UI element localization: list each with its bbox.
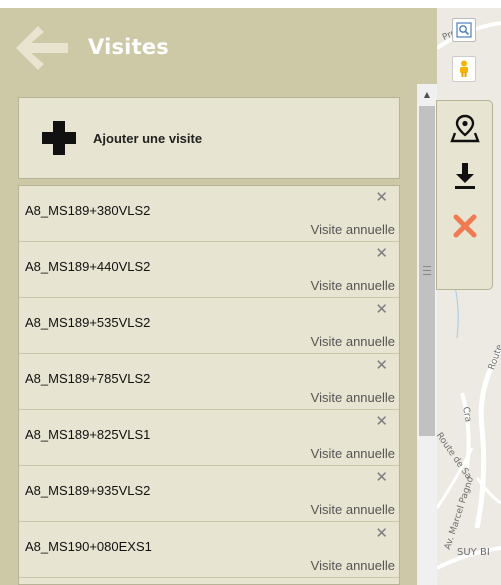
map-toolbar bbox=[436, 100, 493, 290]
plus-icon bbox=[42, 121, 76, 155]
page-title: Visites bbox=[88, 35, 169, 59]
add-visit-label: Ajouter une visite bbox=[93, 131, 203, 146]
visits-panel: Visites Ajouter une visite A8_MS189+380V… bbox=[0, 8, 437, 585]
scroll-thumb[interactable] bbox=[419, 106, 435, 436]
panel-header: Visites bbox=[0, 8, 437, 88]
remove-visit-icon[interactable]: ✕ bbox=[375, 414, 388, 429]
remove-visit-icon[interactable]: ✕ bbox=[375, 246, 388, 261]
locate-visits-button[interactable] bbox=[446, 109, 484, 147]
visit-code: A8_MS189+535VLS2 bbox=[25, 315, 151, 330]
close-visits-button[interactable] bbox=[446, 207, 484, 245]
street-view-button[interactable] bbox=[452, 56, 476, 82]
visit-type: Visite annuelle bbox=[310, 558, 395, 573]
magnifier-icon bbox=[456, 22, 472, 38]
close-icon bbox=[453, 214, 477, 238]
visit-row[interactable]: A8_MS189+380VLS2 ✕ Visite annuelle bbox=[19, 186, 399, 242]
visit-type: Visite annuelle bbox=[310, 446, 395, 461]
download-icon bbox=[455, 163, 475, 189]
scroll-up-arrow-icon[interactable]: ▲ bbox=[417, 88, 437, 100]
map-zoom-button[interactable] bbox=[452, 18, 476, 42]
visit-code: A8_MS189+935VLS2 bbox=[25, 483, 151, 498]
visit-row[interactable]: A8_MS190+080EXS1 ✕ Visite annuelle bbox=[19, 522, 399, 578]
visit-type: Visite annuelle bbox=[310, 502, 395, 517]
visit-row[interactable]: A8_MS189+785VLS2 ✕ Visite annuelle bbox=[19, 354, 399, 410]
arrow-left-icon[interactable] bbox=[14, 24, 70, 72]
visit-row[interactable]: A8_MS189+535VLS2 ✕ Visite annuelle bbox=[19, 298, 399, 354]
remove-visit-icon[interactable]: ✕ bbox=[375, 190, 388, 205]
map-marker-icon bbox=[450, 114, 480, 143]
add-visit-button[interactable]: Ajouter une visite bbox=[18, 97, 400, 179]
remove-visit-icon[interactable]: ✕ bbox=[375, 358, 388, 373]
visit-code: A8_MS189+380VLS2 bbox=[25, 203, 151, 218]
visit-code: A8_MS190+080EXS1 bbox=[25, 539, 152, 554]
visit-code: A8_MS189+785VLS2 bbox=[25, 371, 151, 386]
remove-visit-icon[interactable]: ✕ bbox=[375, 470, 388, 485]
scroll-grip-icon bbox=[423, 266, 431, 275]
visit-list: A8_MS189+380VLS2 ✕ Visite annuelle A8_MS189… bbox=[18, 185, 400, 585]
download-button[interactable] bbox=[446, 157, 484, 195]
visit-row[interactable]: A8_MS189+825VLS1 ✕ Visite annuelle bbox=[19, 410, 399, 466]
map-view[interactable]: Prov Route Cra Route de Sa Av. Marcel Pa… bbox=[437, 8, 501, 585]
visit-row[interactable]: A8_MS189+440VLS2 ✕ Visite annuelle bbox=[19, 242, 399, 298]
visit-type: Visite annuelle bbox=[310, 390, 395, 405]
visit-row[interactable]: A8_MS189+935VLS2 ✕ Visite annuelle bbox=[19, 466, 399, 522]
remove-visit-icon[interactable]: ✕ bbox=[375, 526, 388, 541]
map-label: SUY BI bbox=[457, 547, 490, 558]
scrollbar[interactable]: ▲ bbox=[417, 84, 437, 585]
visit-type: Visite annuelle bbox=[310, 222, 395, 237]
visit-type: Visite annuelle bbox=[310, 334, 395, 349]
visit-code: A8_MS189+440VLS2 bbox=[25, 259, 151, 274]
pegman-icon bbox=[460, 60, 468, 77]
visit-type: Visite annuelle bbox=[310, 278, 395, 293]
visit-code: A8_MS189+825VLS1 bbox=[25, 427, 151, 442]
remove-visit-icon[interactable]: ✕ bbox=[375, 302, 388, 317]
